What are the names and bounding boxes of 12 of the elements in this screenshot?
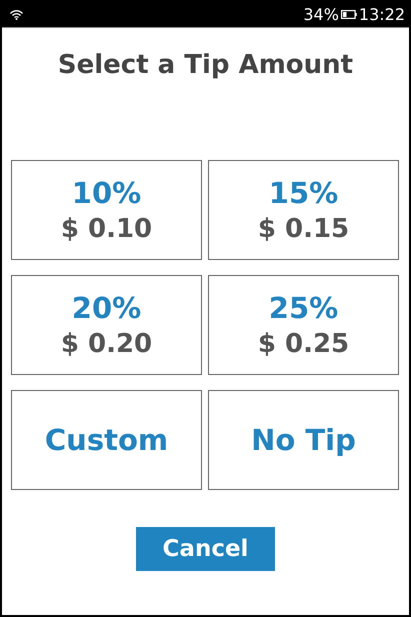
page-title: Select a Tip Amount bbox=[56, 50, 354, 80]
tip-option-button[interactable]: No Tip bbox=[208, 390, 399, 490]
clock: 13:22 bbox=[358, 5, 405, 24]
tip-option-button[interactable]: 25% $ 0.25 bbox=[208, 275, 399, 375]
tip-option-button[interactable]: Custom bbox=[11, 390, 202, 490]
tip-option-button[interactable]: 20% $ 0.20 bbox=[11, 275, 202, 375]
tip-option-button[interactable]: 15% $ 0.15 bbox=[208, 160, 399, 260]
cancel-button[interactable]: Cancel bbox=[136, 527, 275, 571]
battery-icon bbox=[340, 10, 357, 19]
tip-option-button[interactable]: 10% $ 0.10 bbox=[11, 160, 202, 260]
wifi-icon bbox=[10, 10, 23, 20]
battery-percent: 34% bbox=[303, 5, 339, 24]
